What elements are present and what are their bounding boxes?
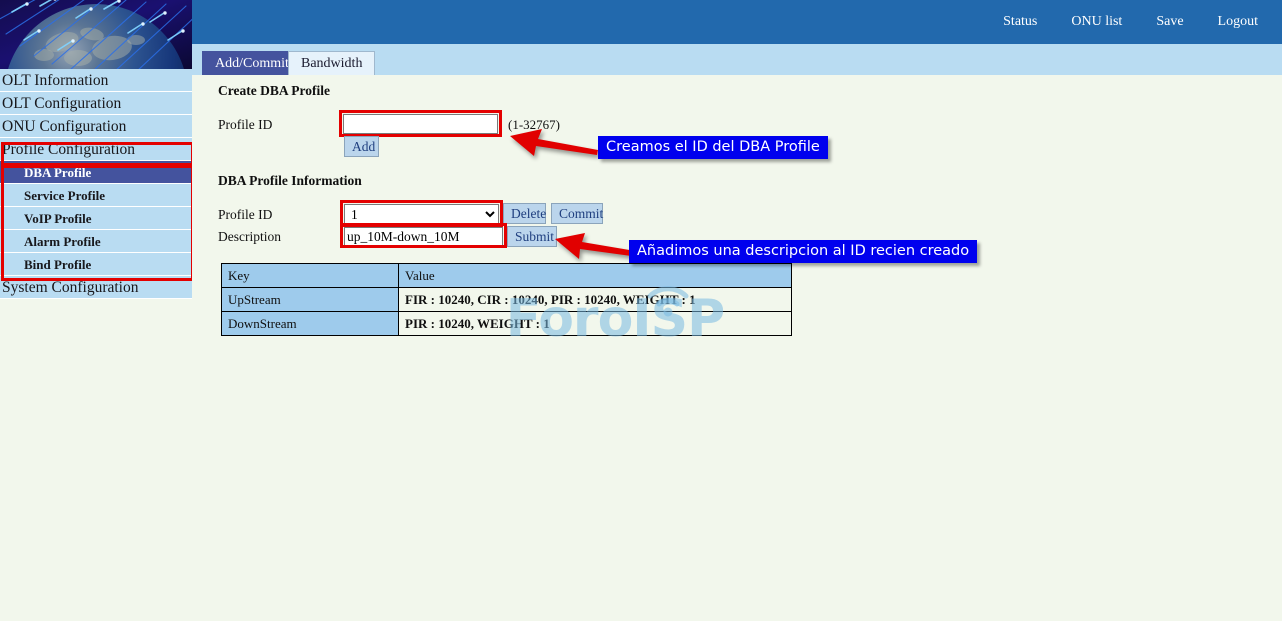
commit-button[interactable]: Commit: [551, 203, 603, 224]
onu-list-link[interactable]: ONU list: [1071, 14, 1122, 30]
fiber-streaks-decoration: [0, 0, 192, 69]
table-header-value: Value: [399, 264, 792, 288]
table-row: DownStream PIR : 10240, WEIGHT : 1: [222, 312, 792, 336]
table-cell-key: UpStream: [222, 288, 399, 312]
sidebar-item-onu-configuration[interactable]: ONU Configuration: [0, 115, 192, 138]
submit-button[interactable]: Submit: [507, 226, 557, 247]
create-profile-id-label: Profile ID: [218, 117, 272, 133]
save-link[interactable]: Save: [1156, 14, 1183, 30]
sidebar-item-olt-configuration[interactable]: OLT Configuration: [0, 92, 192, 115]
logout-link[interactable]: Logout: [1218, 14, 1258, 30]
tab-bandwidth[interactable]: Bandwidth: [288, 51, 375, 75]
status-link[interactable]: Status: [1003, 14, 1037, 30]
sidebar-item-label: VoIP Profile: [24, 211, 92, 226]
top-header-bar: Status ONU list Save Logout: [192, 0, 1282, 44]
sidebar-item-alarm-profile[interactable]: Alarm Profile: [0, 230, 192, 253]
sidebar-item-label: Alarm Profile: [24, 234, 101, 249]
table-cell-key: DownStream: [222, 312, 399, 336]
description-input[interactable]: [344, 227, 503, 247]
sidebar-nav: OLT Information OLT Configuration ONU Co…: [0, 69, 192, 299]
sidebar-item-service-profile[interactable]: Service Profile: [0, 184, 192, 207]
sidebar-item-bind-profile[interactable]: Bind Profile: [0, 253, 192, 276]
sidebar-item-voip-profile[interactable]: VoIP Profile: [0, 207, 192, 230]
tab-bar: Add/Commit Bandwidth: [192, 44, 1282, 75]
table-row: UpStream FIR : 10240, CIR : 10240, PIR :…: [222, 288, 792, 312]
sidebar-item-label: ONU Configuration: [2, 118, 126, 135]
sidebar-item-dba-profile[interactable]: DBA Profile: [0, 161, 192, 184]
create-profile-id-input[interactable]: [343, 114, 498, 134]
create-section-title: Create DBA Profile: [218, 83, 330, 99]
add-button[interactable]: Add: [344, 136, 379, 157]
table-cell-value: FIR : 10240, CIR : 10240, PIR : 10240, W…: [399, 288, 792, 312]
table-header-row: Key Value: [222, 264, 792, 288]
sidebar-item-label: System Configuration: [2, 279, 138, 296]
sidebar-item-label: OLT Configuration: [2, 95, 121, 112]
info-section-title: DBA Profile Information: [218, 173, 362, 189]
annotation-callout-1: Creamos el ID del DBA Profile: [598, 136, 828, 159]
sidebar-item-label: OLT Information: [2, 72, 108, 89]
table-header-key: Key: [222, 264, 399, 288]
banner-image: [0, 0, 192, 69]
sidebar-item-profile-configuration[interactable]: Profile Configuration: [0, 138, 192, 161]
sidebar: OLT Information OLT Configuration ONU Co…: [0, 0, 196, 621]
page-root: OLT Information OLT Configuration ONU Co…: [0, 0, 1282, 621]
info-profile-id-label: Profile ID: [218, 207, 272, 223]
tab-add-commit[interactable]: Add/Commit: [202, 51, 302, 75]
annotation-arrow-1: [508, 128, 600, 160]
annotation-callout-2: Añadimos una descripcion al ID recien cr…: [629, 240, 977, 263]
delete-button[interactable]: Delete: [503, 203, 546, 224]
sidebar-item-olt-information[interactable]: OLT Information: [0, 69, 192, 92]
header-links: Status ONU list Save Logout: [1003, 0, 1258, 44]
description-label: Description: [218, 229, 281, 245]
sidebar-item-label: Bind Profile: [24, 257, 91, 272]
dba-profile-info-table: Key Value UpStream FIR : 10240, CIR : 10…: [221, 263, 792, 336]
table-cell-value: PIR : 10240, WEIGHT : 1: [399, 312, 792, 336]
sidebar-item-label: Profile Configuration: [2, 141, 135, 158]
sidebar-item-system-configuration[interactable]: System Configuration: [0, 276, 192, 299]
sidebar-item-label: DBA Profile: [24, 165, 91, 180]
sidebar-item-label: Service Profile: [24, 188, 105, 203]
profile-id-select[interactable]: 1: [344, 204, 499, 224]
